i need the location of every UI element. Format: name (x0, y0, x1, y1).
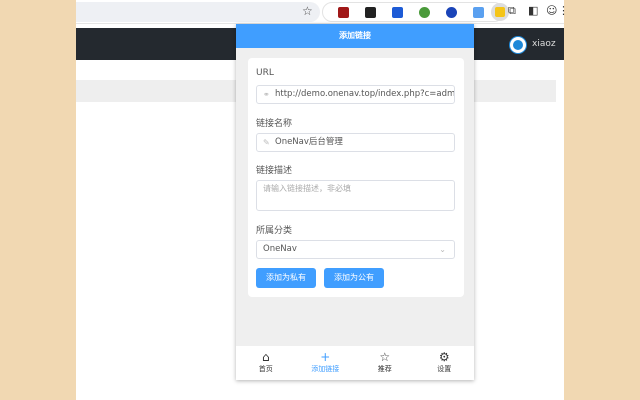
add-private-button[interactable]: 添加为私有 (256, 268, 316, 288)
browser-toolbar: ☆ ⧉ ◧ ☺ ⋮ (76, 0, 569, 24)
nav-label: 推荐 (377, 365, 392, 373)
nav-label: 添加链接 (311, 365, 340, 373)
extension-icon[interactable] (446, 7, 457, 18)
nav-label: 首页 (258, 365, 273, 373)
name-value: OneNav后台管理 (275, 137, 343, 147)
extension-icon[interactable] (365, 7, 376, 18)
desc-textarea[interactable]: 请输入链接描述，非必填 (256, 180, 455, 211)
add-public-button[interactable]: 添加为公有 (324, 268, 384, 288)
nav-home[interactable]: ⌂ 首页 (236, 346, 296, 380)
category-label: 所属分类 (256, 226, 293, 236)
address-bar[interactable] (76, 2, 320, 22)
url-label: URL (256, 68, 274, 78)
gear-icon: ⚙ (438, 350, 450, 364)
extension-icon[interactable] (473, 7, 484, 18)
puzzle-icon[interactable]: ⧉ (508, 4, 516, 18)
nav-add-link[interactable]: + 添加链接 (296, 346, 356, 380)
name-input[interactable]: ✎ OneNav后台管理 (256, 133, 455, 152)
nav-recommend[interactable]: ☆ 推荐 (355, 346, 415, 380)
url-value: http://demo.onenav.top/index.php?c=admin… (275, 89, 455, 99)
star-icon: ☆ (379, 350, 391, 364)
desc-placeholder: 请输入链接描述，非必填 (263, 184, 351, 193)
plus-icon: + (320, 350, 331, 364)
user-avatar-icon[interactable] (510, 37, 526, 53)
bitwarden-icon[interactable] (392, 7, 403, 18)
add-link-form: URL ⚭ http://demo.onenav.top/index.php?c=… (248, 58, 464, 297)
bottom-nav: ⌂ 首页 + 添加链接 ☆ 推荐 ⚙ 设置 (236, 346, 474, 380)
extension-popup: 添加链接 URL ⚭ http://demo.onenav.top/index.p… (236, 24, 474, 380)
extension-icon[interactable] (419, 7, 430, 18)
ublock-icon[interactable] (338, 7, 349, 18)
name-label: 链接名称 (256, 119, 293, 129)
edit-icon: ✎ (263, 138, 270, 147)
category-select[interactable]: OneNav ⌄ (256, 240, 455, 259)
popup-title: 添加链接 (236, 24, 474, 48)
desc-label: 链接描述 (256, 166, 293, 176)
category-value: OneNav (263, 244, 297, 254)
home-icon: ⌂ (261, 350, 270, 364)
menu-icon[interactable]: ⋮ (558, 4, 569, 17)
extensions-bar (322, 2, 509, 22)
profile-avatar-icon[interactable]: ☺ (546, 4, 557, 17)
nav-label: 设置 (437, 365, 452, 373)
onenav-bookmark-icon (495, 7, 505, 17)
bookmark-star-icon[interactable]: ☆ (302, 4, 313, 18)
nav-settings[interactable]: ⚙ 设置 (415, 346, 475, 380)
user-name[interactable]: xiaoz (532, 39, 556, 49)
url-input[interactable]: ⚭ http://demo.onenav.top/index.php?c=admi… (256, 85, 455, 104)
sidepanel-icon[interactable]: ◧ (528, 4, 538, 17)
link-icon: ⚭ (263, 90, 270, 99)
chevron-down-icon: ⌄ (439, 245, 446, 254)
